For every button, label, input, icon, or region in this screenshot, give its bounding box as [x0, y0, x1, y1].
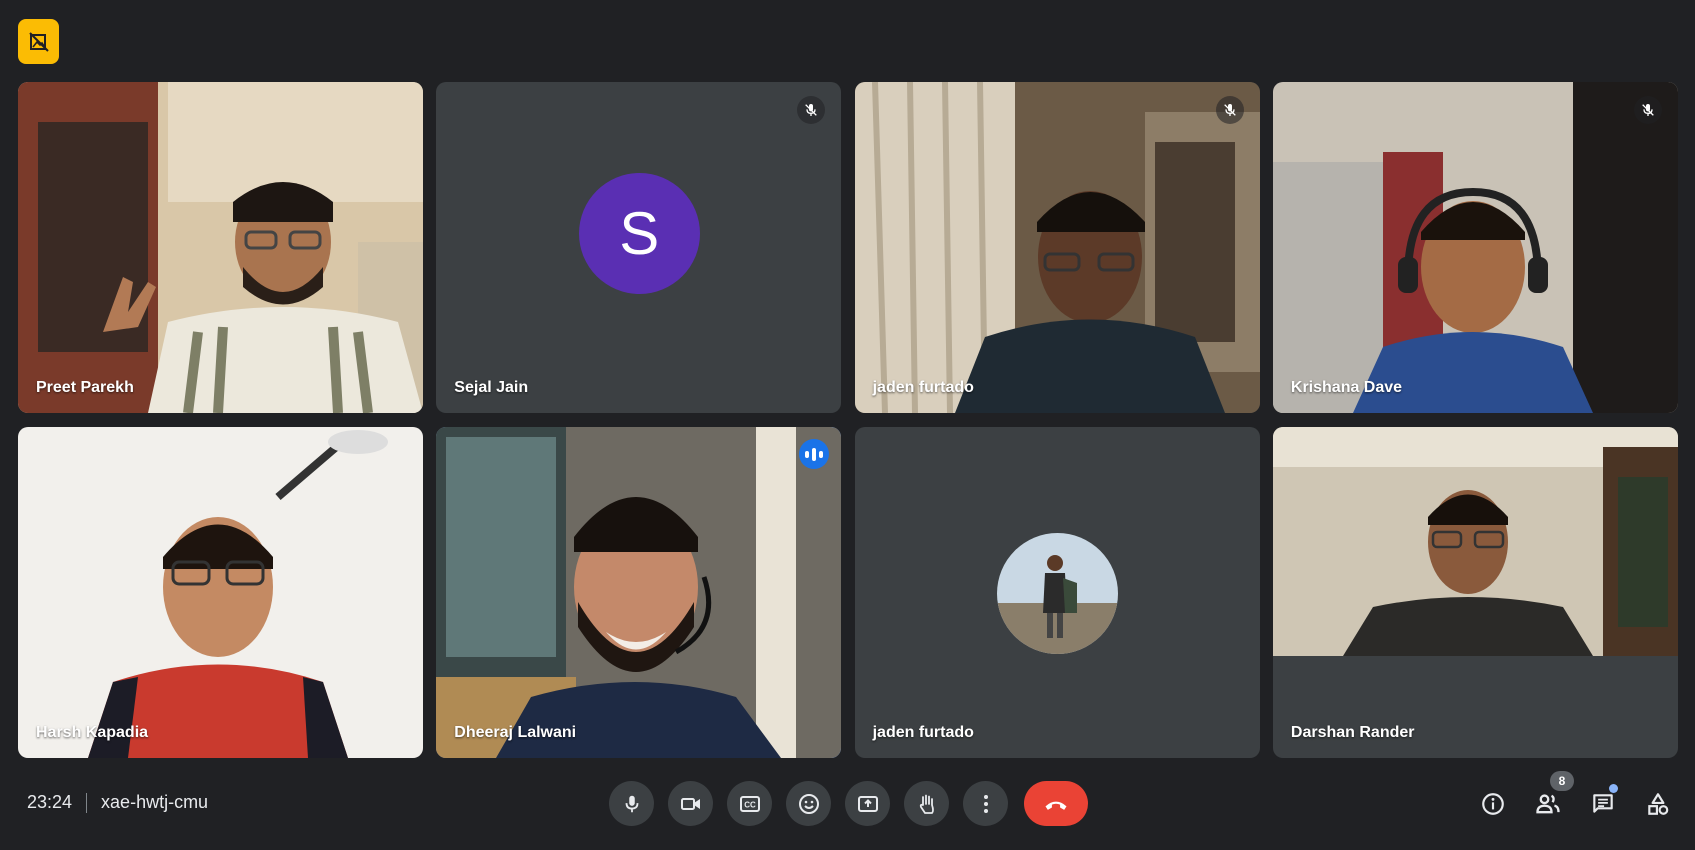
chat-button[interactable]	[1580, 781, 1626, 827]
participant-avatar-photo	[997, 532, 1119, 654]
participant-tile[interactable]: S Sejal Jain	[436, 82, 842, 413]
recording-badge[interactable]	[18, 19, 59, 64]
end-call-button[interactable]	[1024, 781, 1088, 826]
divider	[86, 792, 88, 813]
people-icon	[1536, 794, 1560, 814]
participant-name: Dheeraj Lalwani	[454, 724, 577, 741]
participant-video	[1272, 427, 1678, 656]
captions-button[interactable]: CC	[727, 781, 772, 826]
participant-name: Darshan Rander	[1290, 724, 1415, 741]
meeting-code: xae-hwtj-cmu	[101, 792, 209, 812]
microphone-button[interactable]	[609, 781, 654, 826]
call-control-bar: 23:24 xae-hwtj-cmu CC 8	[0, 765, 1695, 850]
present-screen-icon	[857, 795, 878, 812]
captions-icon: CC	[739, 795, 760, 812]
participant-tile-active-speaker[interactable]: Dheeraj Lalwani	[436, 427, 842, 758]
meeting-info: 23:24 xae-hwtj-cmu	[27, 792, 208, 813]
camera-icon	[680, 797, 700, 810]
participant-tile[interactable]: Harsh Kapadia	[18, 427, 423, 758]
participant-video	[18, 82, 423, 413]
participant-video	[18, 427, 423, 758]
mic-off-icon	[797, 96, 826, 124]
participant-name: Harsh Kapadia	[36, 724, 149, 741]
participant-name: Preet Parekh	[36, 379, 134, 396]
participant-count-badge: 8	[1550, 771, 1574, 791]
participant-grid: Preet Parekh S Sejal Jain jaden furtado	[18, 82, 1678, 758]
participant-tile[interactable]: jaden furtado	[854, 82, 1260, 413]
camera-button[interactable]	[668, 781, 713, 826]
unread-indicator	[1609, 784, 1618, 793]
raise-hand-button[interactable]	[904, 781, 949, 826]
participant-video	[1272, 82, 1678, 413]
more-options-button[interactable]	[963, 781, 1008, 826]
people-button[interactable]: 8	[1525, 771, 1574, 827]
microphone-icon	[625, 795, 638, 812]
participant-name: jaden furtado	[872, 724, 974, 741]
svg-text:CC: CC	[744, 800, 756, 809]
mic-off-icon	[1633, 96, 1662, 124]
present-screen-button[interactable]	[845, 781, 890, 826]
participant-video	[854, 82, 1260, 413]
participant-tile[interactable]: jaden furtado	[854, 427, 1260, 758]
meeting-details-button[interactable]	[1470, 781, 1516, 827]
activities-icon	[1648, 793, 1669, 815]
raise-hand-icon	[919, 794, 934, 814]
participant-avatar: S	[578, 172, 700, 294]
meeting-side-controls: 8	[1470, 771, 1681, 827]
participant-tile[interactable]: Darshan Rander	[1272, 427, 1678, 758]
activities-button[interactable]	[1635, 781, 1681, 827]
meeting-time: 23:24	[27, 792, 73, 812]
mic-off-icon	[1215, 96, 1244, 124]
end-call-icon	[1045, 801, 1067, 810]
participant-video	[436, 427, 842, 758]
participant-name: jaden furtado	[872, 379, 974, 396]
no-recording-icon	[28, 31, 49, 52]
emoji-icon	[798, 793, 819, 814]
more-options-icon	[983, 794, 988, 813]
emoji-button[interactable]	[786, 781, 831, 826]
participant-name: Krishana Dave	[1290, 379, 1403, 396]
participant-tile[interactable]: Preet Parekh	[18, 82, 423, 413]
chat-icon	[1593, 794, 1613, 813]
participant-name: Sejal Jain	[454, 379, 529, 396]
call-controls: CC	[609, 781, 1088, 826]
meeting-details-icon	[1482, 793, 1504, 815]
participant-tile[interactable]: Krishana Dave	[1272, 82, 1678, 413]
